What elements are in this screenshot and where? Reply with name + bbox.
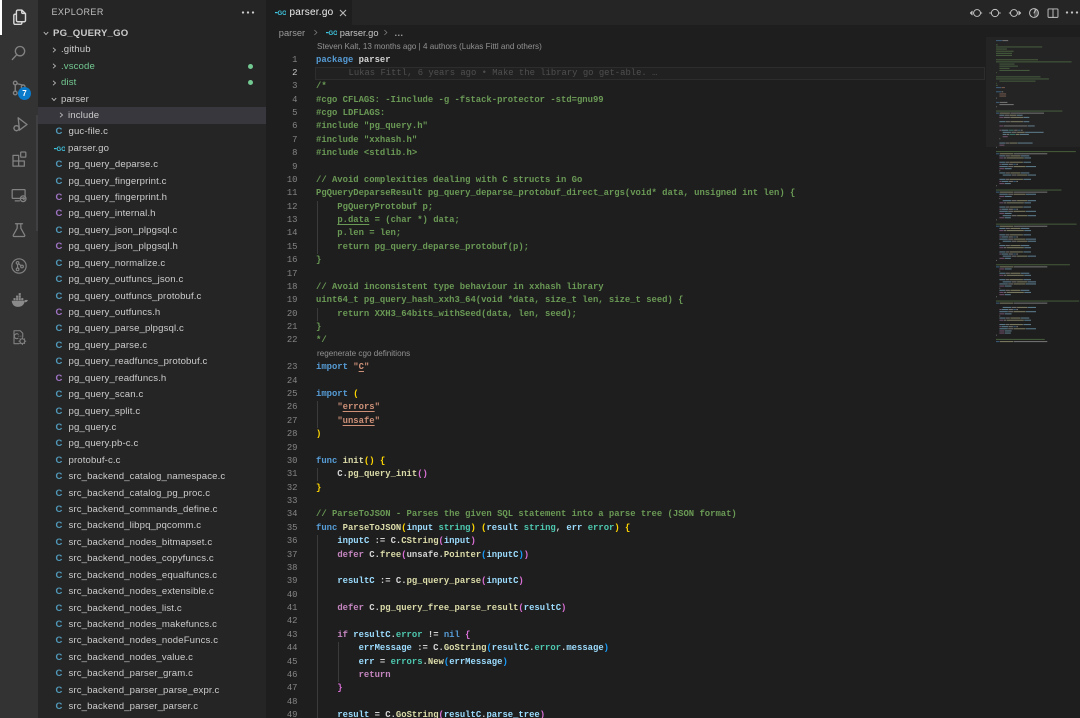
svg-text:GO: GO bbox=[57, 146, 66, 152]
svg-text:GO: GO bbox=[278, 11, 287, 17]
svg-text:GO: GO bbox=[329, 31, 338, 37]
